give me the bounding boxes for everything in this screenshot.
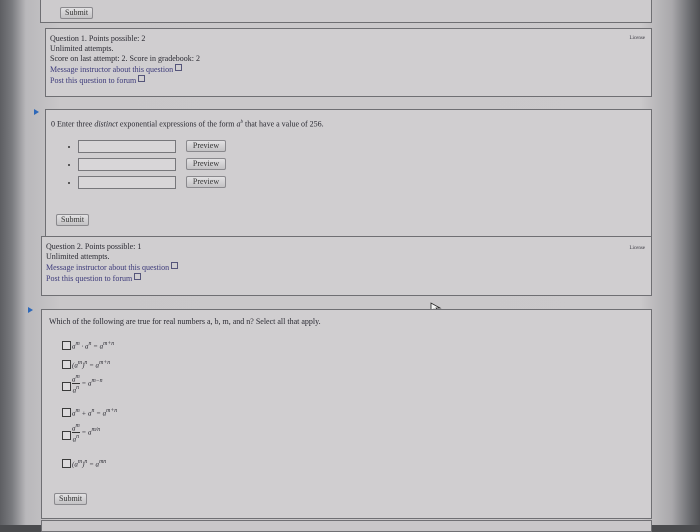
option-checkbox-5[interactable] — [62, 431, 71, 440]
option-checkbox-1[interactable] — [62, 341, 71, 350]
q1-points-line: Question 1. Points possible: 2 — [50, 34, 146, 43]
external-link-icon — [175, 64, 183, 71]
external-link-icon — [134, 273, 142, 280]
q1-info-box: License Question 1. Points possible: 2 U… — [45, 28, 652, 97]
answer-bullet — [68, 146, 70, 148]
option-2-expression: (am)n = am+n — [72, 360, 111, 370]
q1-forum-link[interactable]: Post this question to forum — [50, 75, 200, 86]
option-checkbox-6[interactable] — [62, 459, 71, 468]
answer-input-1[interactable] — [78, 140, 176, 153]
external-link-icon — [171, 262, 179, 269]
q1-prompt: 0 Enter three distinct exponential expre… — [51, 119, 324, 129]
q1-attempts-line: Unlimited attempts. — [50, 44, 114, 53]
answer-bullet — [68, 182, 70, 184]
q2-forum-link[interactable]: Post this question to forum — [46, 273, 178, 284]
answer-input-3[interactable] — [78, 176, 176, 189]
q2-message-link[interactable]: Message instructor about this question — [46, 262, 179, 273]
preview-button-3[interactable]: Preview — [186, 176, 226, 188]
q2-license-link[interactable]: License — [629, 244, 645, 254]
screen: Submit License Question 1. Points possib… — [0, 0, 700, 532]
q1-submit-button[interactable]: Submit — [56, 214, 90, 226]
preview-button-2[interactable]: Preview — [186, 158, 226, 170]
q2-question-box: Which of the following are true for real… — [41, 309, 652, 519]
external-link-icon — [138, 75, 146, 82]
top-submit-button[interactable]: Submit — [60, 7, 94, 19]
option-5-expression: am an = am/n — [72, 423, 101, 444]
option-4-expression: am + an = am+n — [72, 408, 118, 418]
q2-submit-button[interactable]: Submit — [54, 493, 88, 505]
q1-score-line: Score on last attempt: 2. Score in grade… — [50, 54, 200, 63]
q1-question-box: 0 Enter three distinct exponential expre… — [45, 109, 652, 237]
option-checkbox-4[interactable] — [62, 408, 71, 417]
q2-attempts-line: Unlimited attempts. — [46, 252, 110, 261]
top-strip: Submit — [40, 0, 652, 23]
play-arrow-icon[interactable] — [34, 109, 39, 115]
next-box-edge — [41, 520, 652, 532]
option-checkbox-2[interactable] — [62, 360, 71, 369]
preview-button-1[interactable]: Preview — [186, 140, 226, 152]
q1-license-link[interactable]: License — [629, 34, 645, 44]
option-checkbox-3[interactable] — [62, 382, 71, 391]
answer-input-2[interactable] — [78, 158, 176, 171]
q2-info-box: License Question 2. Points possible: 1 U… — [41, 236, 652, 296]
q2-points-line: Question 2. Points possible: 1 — [46, 242, 142, 251]
answer-bullet — [68, 164, 70, 166]
q1-message-link[interactable]: Message instructor about this question — [50, 64, 200, 75]
q2-prompt: Which of the following are true for real… — [49, 317, 321, 326]
option-3-expression: am an = am−n — [72, 374, 103, 395]
option-6-expression: (am)n = amn — [72, 459, 107, 469]
option-1-expression: am · an = am+n — [72, 341, 115, 351]
play-arrow-icon[interactable] — [28, 307, 33, 313]
